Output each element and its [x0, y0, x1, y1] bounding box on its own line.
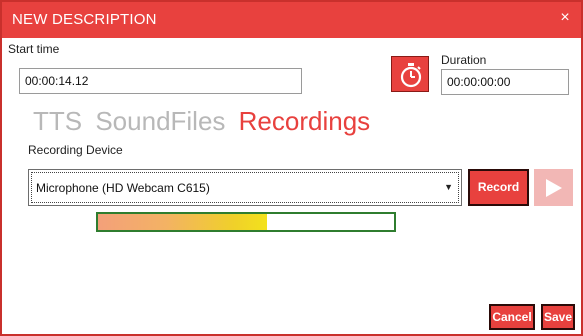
duration-input[interactable] — [441, 69, 569, 95]
title-bar: NEW DESCRIPTION × — [2, 2, 581, 38]
recording-device-value: Microphone (HD Webcam C615) — [36, 181, 210, 195]
tab-recordings[interactable]: Recordings — [239, 106, 371, 136]
play-button[interactable] — [534, 169, 573, 206]
cancel-button[interactable]: Cancel — [489, 304, 535, 330]
source-tabs: TTS SoundFiles Recordings — [33, 106, 376, 137]
stopwatch-icon — [400, 63, 422, 88]
tab-soundfiles[interactable]: SoundFiles — [95, 106, 225, 136]
play-icon — [546, 179, 562, 197]
timer-button[interactable] — [391, 56, 429, 92]
recording-device-label: Recording Device — [28, 143, 123, 157]
audio-level-fill — [98, 214, 267, 230]
chevron-down-icon: ▼ — [444, 182, 453, 192]
start-time-label: Start time — [8, 42, 60, 56]
recording-device-select[interactable]: Microphone (HD Webcam C615) ▼ — [28, 169, 462, 206]
new-description-dialog: NEW DESCRIPTION × Start time Duration TT… — [0, 0, 583, 336]
tab-tts[interactable]: TTS — [33, 106, 82, 136]
record-button[interactable]: Record — [468, 169, 529, 206]
dialog-title: NEW DESCRIPTION — [12, 11, 157, 28]
close-icon[interactable]: × — [557, 10, 573, 26]
audio-level-meter — [96, 212, 396, 232]
duration-label: Duration — [441, 53, 487, 67]
save-button[interactable]: Save — [541, 304, 575, 330]
start-time-input[interactable] — [19, 68, 302, 94]
